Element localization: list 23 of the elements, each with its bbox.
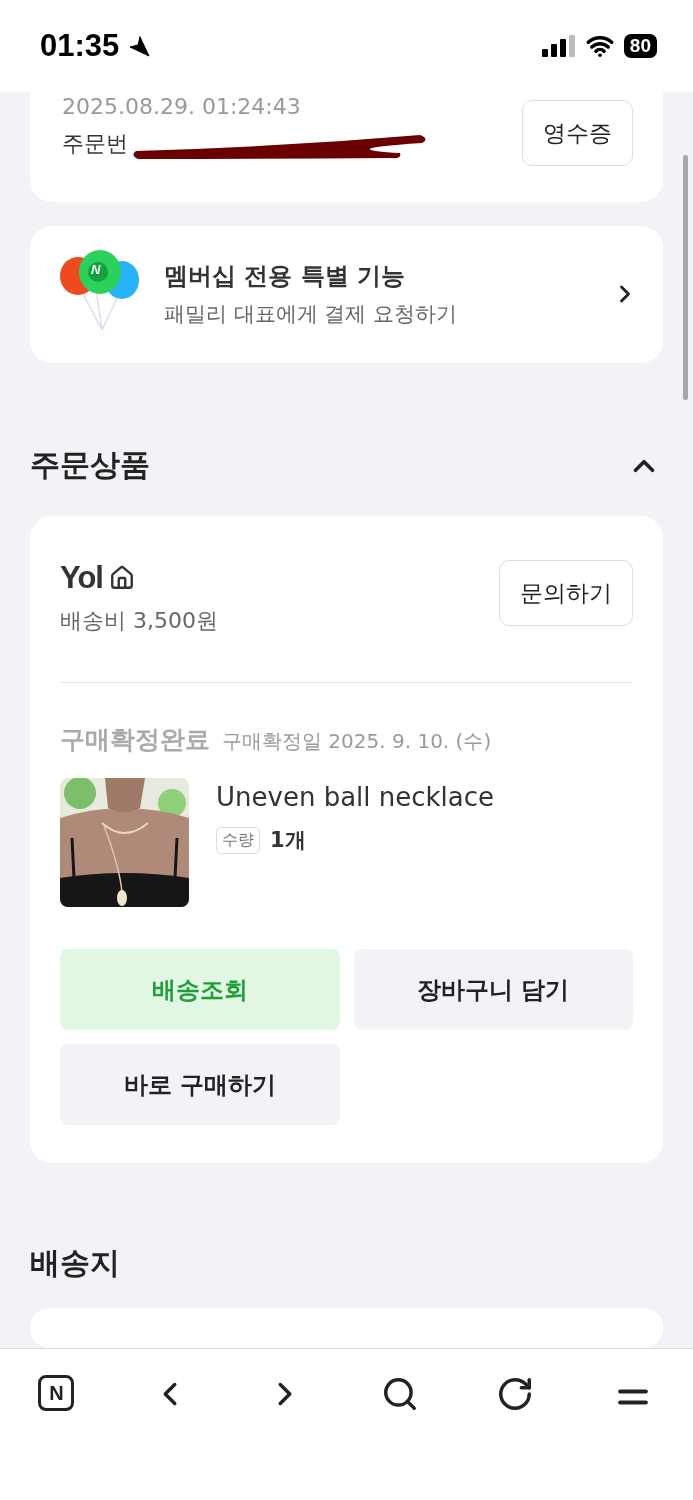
order-number-label: 주문번 — [62, 130, 128, 158]
house-icon — [108, 565, 135, 591]
confirm-date: 구매확정일 2025. 9. 10. (수) — [222, 728, 492, 755]
store-name[interactable]: Yol — [60, 560, 103, 596]
membership-card[interactable]: N 멤버십 전용 특별 기능 패밀리 대표에게 결제 요청하기 — [30, 225, 663, 363]
signal-icon — [541, 35, 576, 57]
order-status: 구매확정완료 — [60, 724, 210, 756]
section-title: 주문상품 — [30, 446, 150, 484]
clock: 01:35 — [40, 28, 120, 64]
order-datetime: 2025.08.29. 01:24:43 — [62, 94, 302, 119]
membership-subtitle: 패밀리 대표에게 결제 요청하기 — [164, 301, 459, 329]
shipping-fee: 배송비 3,500원 — [60, 607, 218, 635]
inquiry-button[interactable]: 문의하기 — [499, 560, 633, 626]
action-button[interactable]: 장바구니 담기 — [353, 949, 633, 1030]
membership-title: 멤버십 전용 특별 기능 — [164, 261, 407, 293]
product-name[interactable]: Uneven ball necklace — [216, 782, 495, 812]
section-title: 배송지 — [30, 1244, 121, 1282]
battery-indicator: 80 — [623, 34, 657, 58]
receipt-button[interactable]: 영수증 — [522, 100, 633, 166]
action-button[interactable]: 바로 구매하기 — [60, 1044, 340, 1125]
location-arrow-icon — [127, 34, 152, 58]
quantity-value: 1개 — [270, 827, 306, 854]
quantity-tag: 수량 — [216, 826, 260, 854]
